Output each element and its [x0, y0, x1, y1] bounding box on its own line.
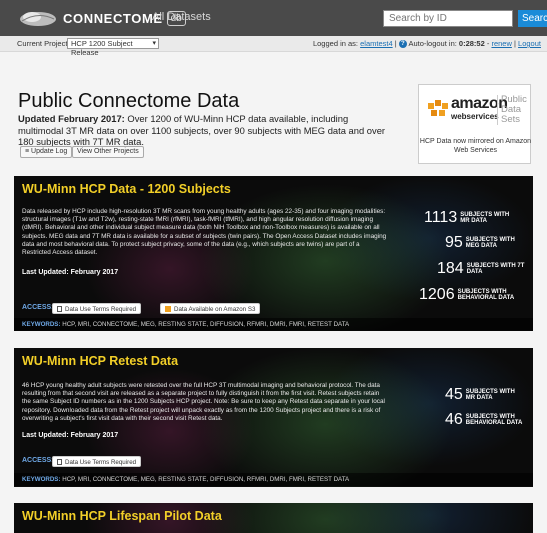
access-button-label: Data Available on Amazon S3 — [174, 306, 256, 313]
access-button-label: Data Use Terms Required — [65, 459, 137, 466]
session-info: Logged in as: elamtest4 | ? Auto-logout … — [312, 39, 541, 49]
stat-label: SUBJECTS WITH MR DATA — [465, 388, 515, 402]
card-updated: Last Updated: February 2017 — [22, 432, 119, 439]
project-select[interactable]: HCP 1200 Subject Release ▾ — [67, 38, 159, 57]
keywords-label: KEYWORDS: — [22, 476, 61, 483]
current-project-label: Current Project: — [17, 39, 70, 48]
document-icon — [57, 459, 62, 465]
amazon-logo: amazon webservices — [425, 95, 508, 121]
separator: | — [394, 39, 397, 48]
auto-logout-label: Auto-logout in: — [408, 39, 457, 48]
username-link[interactable]: elamtest4 — [360, 39, 393, 48]
page-title: Public Connectome Data — [18, 90, 240, 112]
keywords-text: HCP, MRI, CONNECTOME, MEG, RESTING STATE… — [62, 321, 350, 328]
webservices-word: webservices — [451, 112, 499, 121]
stat-label: SUBJECTS WITH BEHAVIORAL DATA — [457, 288, 515, 302]
card-title[interactable]: WU-Minn HCP Data - 1200 Subjects — [22, 182, 231, 196]
separator: | — [514, 39, 516, 48]
stat-meg: 95 SUBJECTS WITH MEG DATA — [445, 234, 515, 252]
amazon-mirror-text: HCP Data now mirrored on Amazon Web Serv… — [419, 138, 532, 154]
logout-link[interactable]: Logout — [518, 39, 541, 48]
public-data-sets-label: Public Data Sets — [497, 95, 530, 125]
keywords-bar: KEYWORDS: HCP, MRI, CONNECTOME, MEG, RES… — [14, 473, 533, 486]
card-updated: Last Updated: February 2017 — [22, 269, 119, 276]
project-card-lifespan: WU-Minn HCP Lifespan Pilot Data — [14, 503, 533, 533]
search-input[interactable] — [383, 10, 513, 27]
stat-number: 184 — [437, 260, 464, 277]
update-log-button[interactable]: ≡ Update Log — [20, 146, 73, 158]
brain-icon — [16, 9, 60, 27]
access-label: ACCESS: — [22, 304, 54, 311]
stat-mr: 1113 SUBJECTS WITH MR DATA — [424, 209, 509, 227]
chevron-down-icon: ▾ — [152, 40, 156, 47]
keywords-text: HCP, MRI, CONNECTOME, MEG, RESTING STATE… — [62, 476, 350, 483]
help-icon[interactable]: ? — [398, 40, 407, 49]
document-icon — [57, 306, 62, 312]
stat-number: 1113 — [424, 209, 458, 226]
brand-name: CONNECTOME — [63, 10, 163, 26]
data-use-terms-button[interactable]: Data Use Terms Required — [52, 456, 142, 467]
stat-label: SUBJECTS WITH MR DATA — [460, 211, 510, 225]
logout-timer: 0:28:52 — [458, 39, 485, 48]
keywords-label: KEYWORDS: — [22, 321, 61, 328]
data-use-terms-button[interactable]: Data Use Terms Required — [52, 303, 142, 314]
card-title[interactable]: WU-Minn HCP Lifespan Pilot Data — [22, 509, 222, 523]
project-card-1200: WU-Minn HCP Data - 1200 Subjects Data re… — [14, 176, 533, 331]
stat-behavioral: 1206 SUBJECTS WITH BEHAVIORAL DATA — [419, 286, 514, 304]
logged-in-label: Logged in as: — [312, 39, 359, 48]
stat-7t: 184 SUBJECTS WITH 7T DATA — [437, 260, 524, 278]
card-description: 46 HCP young healthy adult subjects were… — [22, 382, 385, 422]
stat-mr: 45 SUBJECTS WITH MR DATA — [445, 386, 515, 404]
update-log-label: Update Log — [31, 148, 68, 155]
amazon-public-datasets-box[interactable]: amazon webservices Public Data Sets HCP … — [418, 84, 531, 164]
project-bar: Current Project: HCP 1200 Subject Releas… — [0, 36, 547, 57]
card-title[interactable]: WU-Minn HCP Retest Data — [22, 354, 178, 368]
renew-link[interactable]: renew — [491, 39, 511, 48]
stat-label: SUBJECTS WITH 7T DATA — [466, 262, 525, 276]
stat-number: 1206 — [419, 286, 455, 303]
subtitle-bold: Updated February 2017: — [18, 113, 125, 124]
access-label: ACCESS: — [22, 457, 54, 464]
keywords-bar: KEYWORDS: HCP, MRI, CONNECTOME, MEG, RES… — [14, 318, 533, 331]
project-card-retest: WU-Minn HCP Retest Data 46 HCP young hea… — [14, 348, 533, 487]
card-description: Data released by HCP include high-resolu… — [22, 208, 387, 257]
stat-label: SUBJECTS WITH BEHAVIORAL DATA — [465, 413, 523, 427]
page-subtitle: Updated February 2017: Over 1200 of WU-M… — [18, 113, 388, 148]
stat-behavioral: 46 SUBJECTS WITH BEHAVIORAL DATA — [445, 411, 522, 429]
stat-number: 46 — [445, 411, 463, 428]
project-select-value: HCP 1200 Subject Release — [71, 39, 133, 57]
access-button-label: Data Use Terms Required — [65, 306, 137, 313]
search-button[interactable]: Search — [518, 10, 547, 27]
view-other-projects-button[interactable]: View Other Projects — [72, 146, 144, 158]
amazon-s3-button[interactable]: Data Available on Amazon S3 — [160, 303, 261, 314]
renew-separator: - — [486, 39, 490, 48]
aws-cubes-icon — [428, 100, 448, 116]
stat-number: 45 — [445, 386, 463, 403]
aws-icon — [165, 306, 171, 312]
nav-all-datasets[interactable]: All Datasets — [152, 11, 211, 23]
data-sets-label: Data Sets — [501, 104, 522, 125]
top-nav: CONNECTOME db All Datasets Search — [0, 0, 547, 36]
stat-label: SUBJECTS WITH MEG DATA — [465, 236, 515, 250]
stat-number: 95 — [445, 234, 463, 251]
